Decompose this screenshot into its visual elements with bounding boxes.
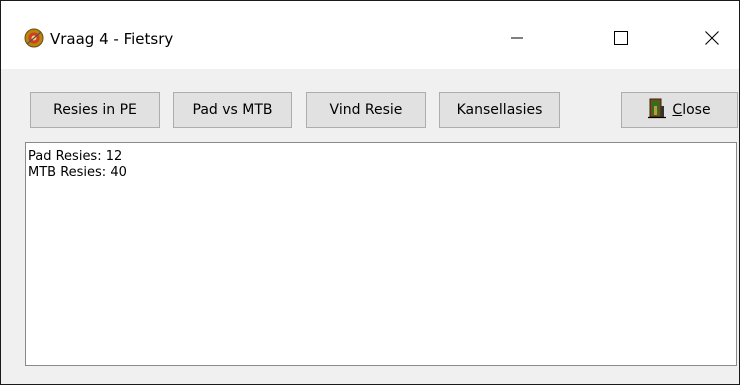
kansellasies-label: Kansellasies — [456, 102, 543, 118]
title-bar[interactable]: Vraag 4 - Fietsry — [1, 1, 739, 69]
minimize-button[interactable] — [494, 15, 540, 61]
close-button[interactable]: Close — [621, 92, 738, 128]
close-icon — [705, 31, 719, 45]
resies-in-pe-button[interactable]: Resies in PE — [30, 92, 160, 128]
vind-resie-button[interactable]: Vind Resie — [306, 92, 426, 128]
minimize-icon — [511, 37, 523, 39]
resies-in-pe-label: Resies in PE — [53, 102, 137, 118]
pad-vs-mtb-label: Pad vs MTB — [192, 102, 273, 118]
close-label: Close — [672, 102, 711, 118]
app-icon[interactable] — [24, 28, 44, 48]
output-memo[interactable]: Pad Resies: 12 MTB Resies: 40 — [25, 142, 737, 366]
door-exit-icon — [648, 97, 667, 123]
window-close-button[interactable] — [689, 15, 735, 61]
output-line: MTB Resies: 40 — [28, 165, 127, 180]
output-line: Pad Resies: 12 — [28, 149, 123, 164]
app-window: Vraag 4 - Fietsry Resies in PE Pad vs MT… — [0, 0, 740, 385]
kansellasies-button[interactable]: Kansellasies — [439, 92, 560, 128]
vind-resie-label: Vind Resie — [329, 102, 403, 118]
window-title: Vraag 4 - Fietsry — [50, 30, 174, 48]
maximize-button[interactable] — [598, 15, 644, 61]
pad-vs-mtb-button[interactable]: Pad vs MTB — [173, 92, 292, 128]
maximize-icon — [614, 31, 628, 45]
